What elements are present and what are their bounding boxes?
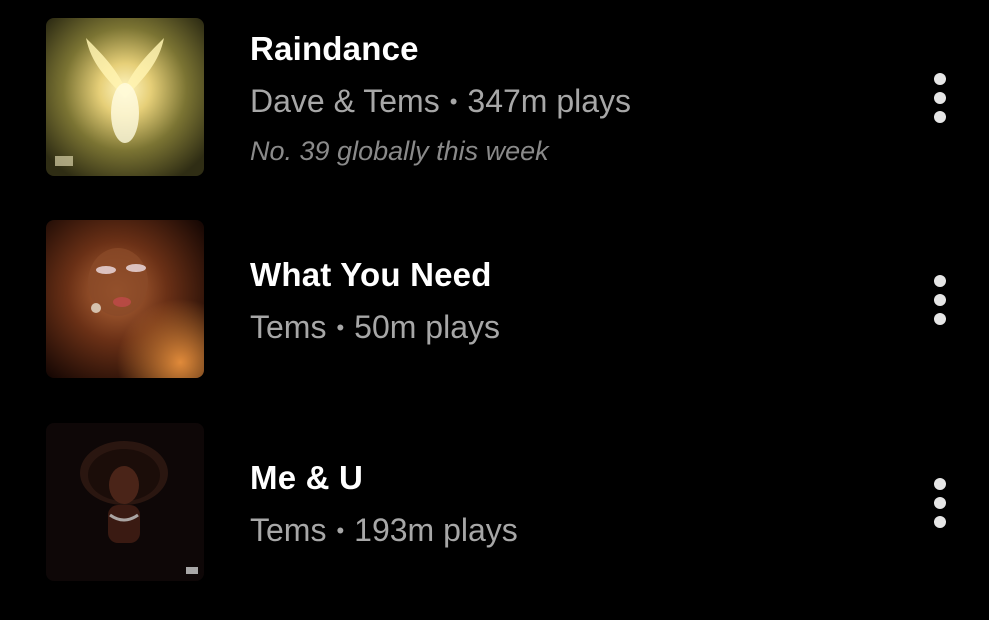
artist-name[interactable]: Dave & Tems	[250, 83, 440, 119]
play-count: 50m plays	[354, 309, 500, 345]
album-art[interactable]	[46, 423, 204, 581]
more-vertical-icon	[934, 73, 946, 85]
track-row-raindance[interactable]: Raindance Dave & Tems • 347m plays No. 39 …	[0, 0, 989, 190]
more-vertical-icon-dot	[934, 313, 946, 325]
separator: •	[449, 89, 458, 114]
separator: •	[336, 518, 345, 543]
more-vertical-icon-dot	[934, 92, 946, 104]
more-vertical-icon-dot	[934, 497, 946, 509]
track-subtitle: Dave & Tems • 347m plays	[250, 83, 631, 120]
more-options-button[interactable]	[914, 270, 966, 330]
artist-name[interactable]: Tems	[250, 512, 326, 548]
more-options-button[interactable]	[914, 68, 966, 128]
more-vertical-icon-dot	[934, 111, 946, 123]
more-vertical-icon-dot	[934, 294, 946, 306]
track-subtitle: Tems • 193m plays	[250, 512, 518, 549]
more-options-button[interactable]	[914, 473, 966, 533]
play-count: 193m plays	[354, 512, 518, 548]
track-title[interactable]: What You Need	[250, 256, 492, 294]
portrait-warm-artwork	[46, 220, 204, 378]
glowing-angel-artwork	[46, 18, 204, 176]
album-art[interactable]	[46, 18, 204, 176]
artist-name[interactable]: Tems	[250, 309, 326, 345]
more-vertical-icon	[934, 478, 946, 490]
track-title[interactable]: Raindance	[250, 30, 419, 68]
track-row-me-and-u[interactable]: Me & U Tems • 193m plays	[0, 405, 989, 595]
chart-position-note: No. 39 globally this week	[250, 136, 549, 166]
play-count: 347m plays	[467, 83, 632, 119]
more-vertical-icon-dot	[934, 516, 946, 528]
track-row-what-you-need[interactable]: What You Need Tems • 50m plays	[0, 200, 989, 390]
portrait-dark-artwork	[46, 423, 204, 581]
album-art[interactable]	[46, 220, 204, 378]
more-vertical-icon	[934, 275, 946, 287]
track-title[interactable]: Me & U	[250, 459, 363, 497]
separator: •	[336, 315, 345, 340]
track-subtitle: Tems • 50m plays	[250, 309, 500, 346]
